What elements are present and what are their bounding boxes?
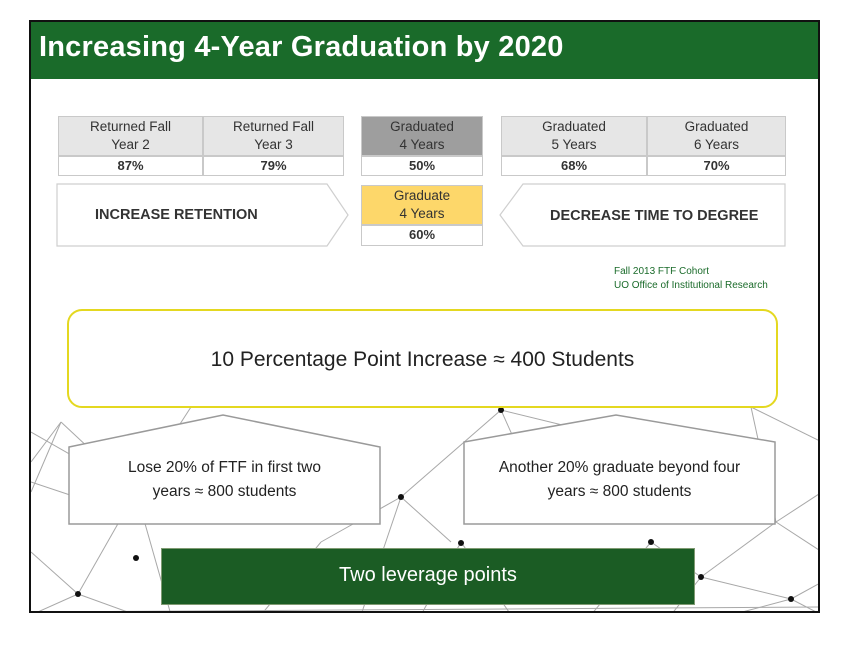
goal-header: Graduate 4 Years [361, 185, 483, 225]
graduated-5-label-2: 5 Years [551, 137, 597, 152]
source-line-2: UO Office of Institutional Research [614, 280, 768, 291]
decrease-time-label: DECREASE TIME TO DEGREE [550, 208, 759, 224]
left-point-line-2: years ≈ 800 students [152, 483, 297, 500]
goal-label-1: Graduate [393, 188, 451, 203]
left-point-text: Lose 20% of FTF in first two years ≈ 800… [71, 456, 378, 504]
left-point-line-1: Lose 20% of FTF in first two [128, 459, 321, 476]
returned-y2-value: 87% [58, 156, 203, 176]
callout-box: 10 Percentage Point Increase ≈ 400 Stude… [67, 309, 778, 408]
increase-retention-label: INCREASE RETENTION [95, 207, 258, 223]
graduated-6-header: Graduated 6 Years [647, 116, 786, 156]
returned-y3-label-1: Returned Fall [232, 119, 315, 134]
leverage-points-bar: Two leverage points [161, 548, 695, 605]
graduated-6-label-1: Graduated [684, 119, 749, 134]
returned-y3-label-2: Year 3 [254, 137, 293, 152]
source-line-1: Fall 2013 FTF Cohort [614, 266, 710, 277]
returned-y2-label-2: Year 2 [111, 137, 150, 152]
slide-title: Increasing 4-Year Graduation by 2020 [39, 31, 564, 63]
callout-text: 10 Percentage Point Increase ≈ 400 Stude… [210, 348, 635, 371]
graduated-6-label-2: 6 Years [693, 137, 740, 152]
graduated-4-value: 50% [361, 156, 483, 176]
returned-y2-header: Returned Fall Year 2 [58, 116, 203, 156]
returned-y3-value: 79% [203, 156, 344, 176]
goal-label-2: 4 Years [399, 206, 445, 221]
right-point-line-2: years ≈ 800 students [547, 483, 692, 500]
source-note: Fall 2013 FTF Cohort UO Office of Instit… [614, 265, 768, 293]
returned-y2-label-1: Returned Fall [89, 119, 172, 134]
leverage-points-text: Two leverage points [339, 564, 517, 586]
graduated-4-label-2: 4 Years [399, 137, 445, 152]
slide: Increasing 4-Year Graduation by 2020 Ret… [29, 20, 820, 613]
graduated-6-value: 70% [647, 156, 786, 176]
right-point-line-1: Another 20% graduate beyond four [498, 459, 741, 476]
right-point-text: Another 20% graduate beyond four years ≈… [466, 456, 773, 504]
graduated-5-value: 68% [501, 156, 647, 176]
graduated-4-label-1: Graduated [390, 119, 454, 134]
graduated-4-header: Graduated 4 Years [361, 116, 483, 156]
returned-y3-header: Returned Fall Year 3 [203, 116, 344, 156]
graduated-5-label-1: Graduated [542, 119, 606, 134]
goal-value: 60% [361, 225, 483, 246]
title-bar: Increasing 4-Year Graduation by 2020 [31, 22, 818, 79]
graduated-5-header: Graduated 5 Years [501, 116, 647, 156]
